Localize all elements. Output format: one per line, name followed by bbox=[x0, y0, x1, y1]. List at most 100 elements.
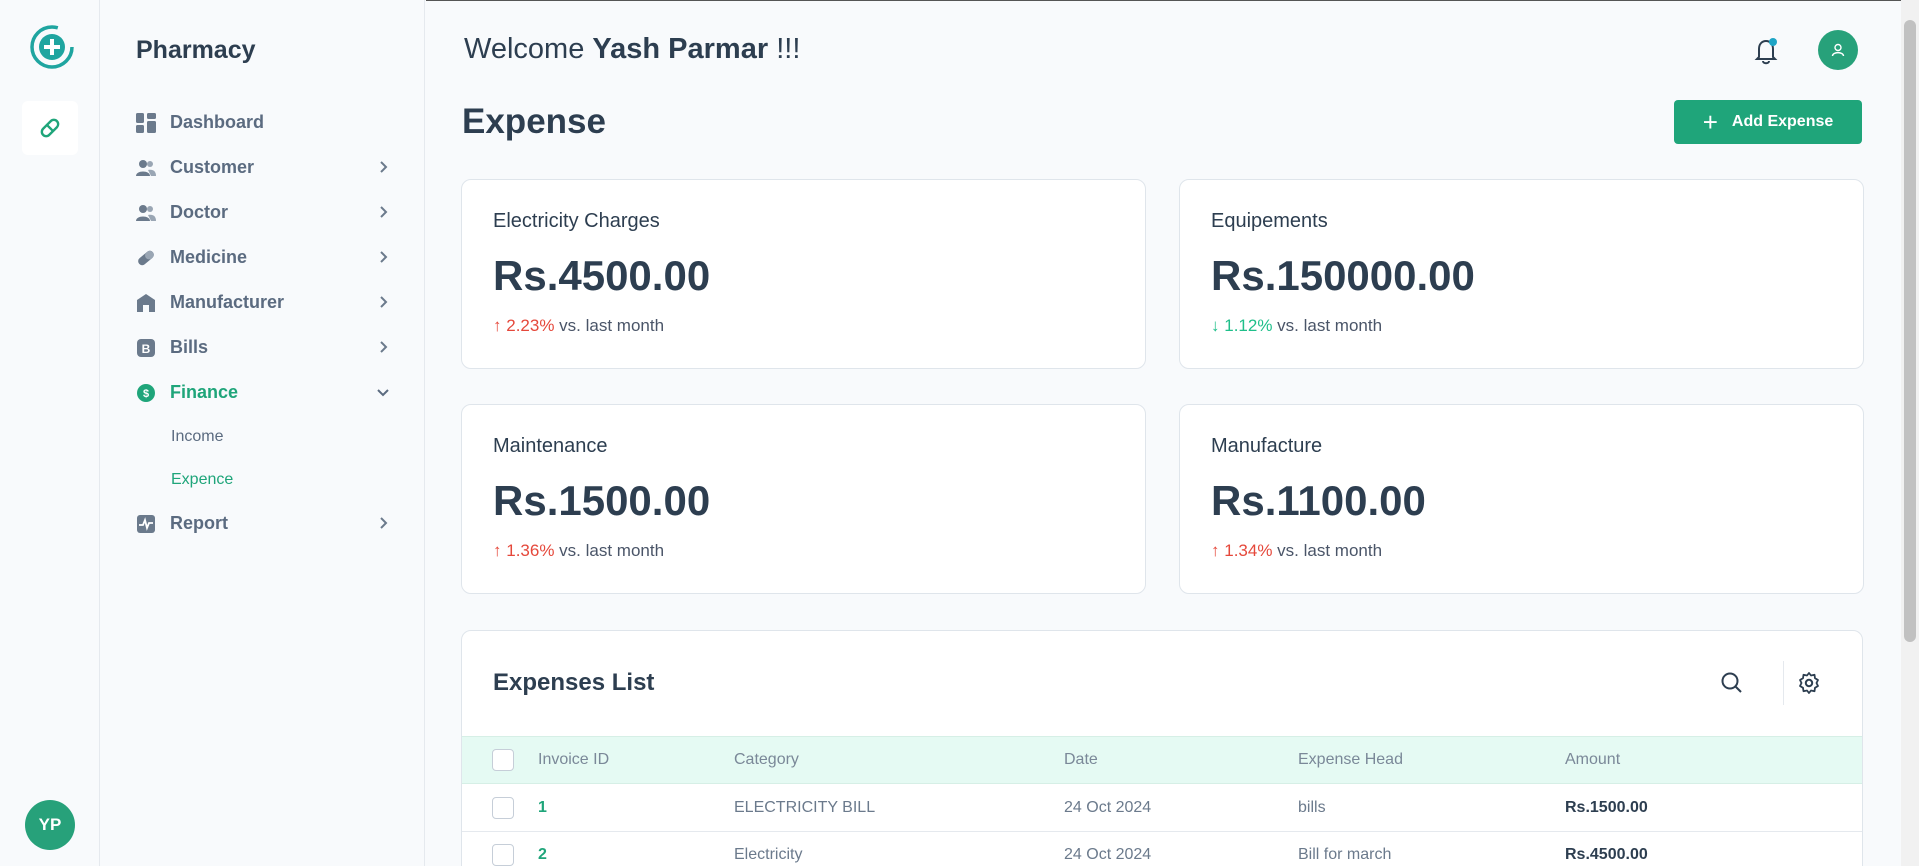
date-cell: 24 Oct 2024 bbox=[1064, 846, 1152, 863]
vertical-scrollbar[interactable] bbox=[1901, 0, 1919, 866]
delta-value: 1.34% bbox=[1224, 541, 1273, 560]
capsule-icon bbox=[40, 118, 60, 138]
user-avatar[interactable]: YP bbox=[25, 800, 75, 850]
sidebar-item-label: Finance bbox=[170, 382, 239, 402]
search-icon[interactable] bbox=[1720, 671, 1744, 695]
welcome-suffix: !!! bbox=[776, 33, 801, 65]
svg-text:B: B bbox=[142, 342, 151, 356]
invoice-id-link[interactable]: 1 bbox=[538, 785, 547, 831]
pharmacy-logo-icon[interactable] bbox=[29, 24, 75, 70]
stat-card-manufacture: Manufacture Rs.1100.00 ↑ 1.34% vs. last … bbox=[1179, 404, 1864, 594]
category-cell: Electricity bbox=[734, 846, 803, 863]
expense-head-cell: bills bbox=[1298, 799, 1326, 816]
notification-bell-icon[interactable] bbox=[1751, 35, 1781, 67]
card-label: Maintenance bbox=[493, 435, 608, 457]
chevron-right-icon bbox=[375, 249, 391, 265]
sidebar-subitem-income[interactable]: Income bbox=[136, 415, 391, 458]
pill-icon bbox=[136, 248, 156, 268]
delta-suffix: vs. last month bbox=[559, 316, 665, 335]
building-icon bbox=[136, 293, 156, 313]
card-delta: ↑ 1.34% vs. last month bbox=[1211, 541, 1382, 561]
users-icon bbox=[136, 203, 156, 223]
column-header[interactable]: Expense Head bbox=[1298, 737, 1403, 783]
welcome-message: Welcome Yash Parmar !!! bbox=[464, 33, 800, 66]
chevron-right-icon bbox=[375, 339, 391, 355]
stat-card-equipments: Equipements Rs.150000.00 ↓ 1.12% vs. las… bbox=[1179, 179, 1864, 369]
dashboard-icon bbox=[136, 112, 156, 133]
column-header[interactable]: Category bbox=[734, 737, 799, 783]
card-value: Rs.1500.00 bbox=[493, 477, 711, 524]
icon-rail: YP bbox=[0, 0, 100, 866]
add-expense-label: Add Expense bbox=[1731, 113, 1834, 130]
sidebar-item-label: Medicine bbox=[170, 247, 248, 267]
delta-value: 2.23% bbox=[506, 316, 555, 335]
table-row[interactable]: 1 ELECTRICITY BILL 24 Oct 2024 bills Rs.… bbox=[462, 785, 1862, 832]
sidebar-item-label: Doctor bbox=[170, 202, 228, 222]
sidebar-item-label: Report bbox=[170, 513, 228, 533]
chevron-right-icon bbox=[375, 204, 391, 220]
trend-up-icon: ↑ bbox=[1211, 541, 1220, 560]
profile-button[interactable] bbox=[1818, 30, 1858, 70]
scrollbar-thumb[interactable] bbox=[1904, 20, 1916, 642]
expense-head-cell: Bill for march bbox=[1298, 846, 1392, 863]
delta-value: 1.12% bbox=[1224, 316, 1273, 335]
sidebar-item-dashboard[interactable]: Dashboard bbox=[136, 100, 391, 145]
select-all-checkbox[interactable] bbox=[492, 749, 514, 771]
sidebar-item-medicine[interactable]: Medicine bbox=[136, 235, 391, 280]
add-expense-button[interactable]: + Add Expense bbox=[1674, 100, 1862, 144]
table-row[interactable]: 2 Electricity 24 Oct 2024 Bill for march… bbox=[462, 832, 1862, 866]
card-label: Equipements bbox=[1211, 210, 1328, 232]
trend-up-icon: ↑ bbox=[493, 541, 502, 560]
sidebar-item-bills[interactable]: B Bills bbox=[136, 325, 391, 370]
date-cell: 24 Oct 2024 bbox=[1064, 799, 1152, 816]
top-border bbox=[426, 0, 1919, 1]
amount-cell: Rs.1500.00 bbox=[1565, 799, 1648, 816]
svg-text:$: $ bbox=[143, 388, 149, 400]
welcome-prefix: Welcome bbox=[464, 33, 585, 65]
sidebar-item-label: Customer bbox=[170, 157, 255, 177]
sidebar-item-label: Bills bbox=[170, 337, 209, 357]
delta-suffix: vs. last month bbox=[1277, 316, 1383, 335]
delta-suffix: vs. last month bbox=[559, 541, 665, 560]
category-cell: ELECTRICITY BILL bbox=[734, 799, 876, 816]
card-label: Electricity Charges bbox=[493, 210, 660, 232]
bills-icon: B bbox=[136, 338, 156, 358]
card-delta: ↑ 1.36% vs. last month bbox=[493, 541, 664, 561]
card-label: Manufacture bbox=[1211, 435, 1323, 457]
amount-cell: Rs.4500.00 bbox=[1565, 846, 1648, 863]
row-checkbox[interactable] bbox=[492, 844, 514, 866]
divider bbox=[1783, 661, 1784, 705]
dollar-icon: $ bbox=[136, 383, 156, 403]
chevron-down-icon bbox=[375, 384, 391, 400]
sidebar-item-manufacturer[interactable]: Manufacturer bbox=[136, 280, 391, 325]
stat-card-maintenance: Maintenance Rs.1500.00 ↑ 1.36% vs. last … bbox=[461, 404, 1146, 594]
users-icon bbox=[136, 158, 156, 178]
delta-value: 1.36% bbox=[506, 541, 555, 560]
card-value: Rs.4500.00 bbox=[493, 252, 711, 299]
row-checkbox[interactable] bbox=[492, 797, 514, 819]
sidebar-item-finance[interactable]: $ Finance bbox=[136, 370, 391, 415]
sidebar-item-label: Dashboard bbox=[170, 112, 265, 132]
stat-card-electricity: Electricity Charges Rs.4500.00 ↑ 2.23% v… bbox=[461, 179, 1146, 369]
chevron-right-icon bbox=[375, 515, 391, 531]
expenses-table-card: Expenses List Invoice ID Category Date E… bbox=[461, 630, 1863, 866]
card-value: Rs.1100.00 bbox=[1211, 477, 1426, 524]
sidebar-item-doctor[interactable]: Doctor bbox=[136, 190, 391, 235]
sidebar-item-customer[interactable]: Customer bbox=[136, 145, 391, 190]
card-delta: ↓ 1.12% vs. last month bbox=[1211, 316, 1382, 336]
column-header[interactable]: Date bbox=[1064, 737, 1098, 783]
gear-icon[interactable] bbox=[1797, 671, 1821, 695]
column-header[interactable]: Amount bbox=[1565, 737, 1620, 783]
sidebar-item-label: Manufacturer bbox=[170, 292, 285, 312]
sidebar: Pharmacy Dashboard Customer Doctor Medic… bbox=[100, 0, 425, 866]
main-content: Welcome Yash Parmar !!! Expense + Add Ex… bbox=[426, 0, 1919, 866]
sidebar-subitem-expence[interactable]: Expence bbox=[136, 458, 391, 501]
trend-up-icon: ↑ bbox=[493, 316, 502, 335]
page-title: Expense bbox=[462, 102, 606, 141]
column-header[interactable]: Invoice ID bbox=[538, 737, 609, 783]
sidebar-item-report[interactable]: Report bbox=[136, 501, 391, 546]
table-header: Invoice ID Category Date Expense Head Am… bbox=[462, 736, 1862, 784]
rail-pill-link[interactable] bbox=[22, 101, 78, 155]
invoice-id-link[interactable]: 2 bbox=[538, 832, 547, 866]
plus-icon: + bbox=[1702, 107, 1718, 137]
